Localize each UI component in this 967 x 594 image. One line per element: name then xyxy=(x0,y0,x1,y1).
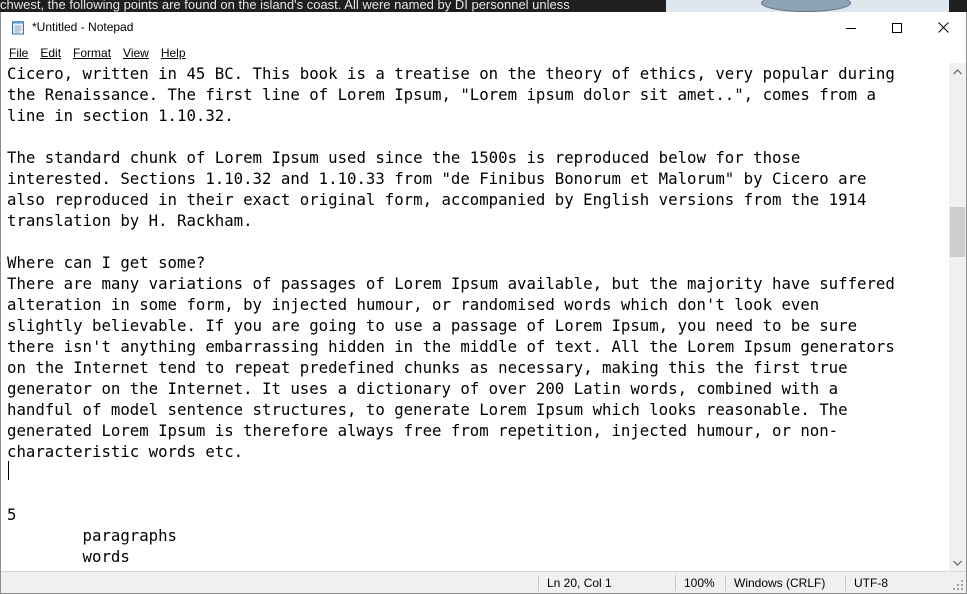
vertical-scrollbar[interactable] xyxy=(949,63,966,571)
menu-file[interactable]: File xyxy=(3,46,34,60)
status-bar: Ln 20, Col 1 100% Windows (CRLF) UTF-8 xyxy=(1,571,966,593)
notepad-app-icon[interactable] xyxy=(11,20,26,35)
editor-text-line: There are many variations of passages of… xyxy=(7,274,895,293)
editor-text-line: characteristic words etc. xyxy=(7,442,244,461)
editor-text-line: words xyxy=(7,547,130,566)
editor-text-line: generator on the Internet. It uses a dic… xyxy=(7,379,839,398)
editor-text-line: slightly believable. If you are going to… xyxy=(7,316,858,335)
menu-bar: File Edit Format View Help xyxy=(1,43,966,63)
editor-text-line: The standard chunk of Lorem Ipsum used s… xyxy=(7,148,801,167)
menu-view-label: View xyxy=(123,46,149,60)
scroll-down-button[interactable] xyxy=(949,554,966,571)
scroll-up-arrow-icon xyxy=(953,68,962,74)
editor-text-line: on the Internet tend to repeat predefine… xyxy=(7,358,848,377)
editor-text-line: interested. Sections 1.10.32 and 1.10.33… xyxy=(7,169,867,188)
editor-text-line: line in section 1.10.32. xyxy=(7,106,234,125)
editor-text-line: generated Lorem Ipsum is therefore alway… xyxy=(7,421,839,440)
menu-help-label: Help xyxy=(160,46,186,60)
editor-text-line: also reproduced in their exact original … xyxy=(7,190,867,209)
scroll-up-button[interactable] xyxy=(949,63,966,80)
editor-text-line: translation by H. Rackham. xyxy=(7,211,253,230)
status-zoom-level: 100% xyxy=(684,576,715,590)
minimize-icon xyxy=(846,27,856,29)
editor-text-line: alteration in some form, by injected hum… xyxy=(7,295,820,314)
notepad-window: *Untitled - Notepad File Edit Format Vie… xyxy=(0,12,967,594)
menu-edit[interactable]: Edit xyxy=(34,46,67,60)
text-editor-area[interactable]: Cicero, written in 45 BC. This book is a… xyxy=(1,63,949,571)
text-caret xyxy=(8,461,9,480)
menu-format[interactable]: Format xyxy=(67,46,117,60)
background-page-text: chwest, the following points are found o… xyxy=(0,0,570,12)
background-globe-image xyxy=(666,0,949,12)
menu-help[interactable]: Help xyxy=(155,46,192,60)
minimize-button[interactable] xyxy=(828,12,874,43)
editor-text-line: 5 xyxy=(7,505,17,524)
editor-text-line: the Renaissance. The first line of Lorem… xyxy=(7,85,876,104)
editor-text-line: there isn't anything embarrassing hidden… xyxy=(7,337,895,356)
maximize-button[interactable] xyxy=(874,12,920,43)
editor-text-line: handful of model sentence structures, to… xyxy=(7,400,848,419)
editor-text-line: Cicero, written in 45 BC. This book is a… xyxy=(7,64,895,83)
status-line-ending: Windows (CRLF) xyxy=(734,576,826,590)
window-title: *Untitled - Notepad xyxy=(32,20,134,34)
background-browser-page: chwest, the following points are found o… xyxy=(0,0,967,12)
maximize-icon xyxy=(892,22,902,33)
resize-grip-icon[interactable] xyxy=(953,580,964,591)
menu-format-label: Format xyxy=(73,46,112,60)
scroll-down-arrow-icon xyxy=(953,560,962,566)
editor-text-line: Where can I get some? xyxy=(7,253,206,272)
editor-text-line: paragraphs xyxy=(7,526,178,545)
menu-file-label: File xyxy=(9,46,29,60)
menu-edit-label: Edit xyxy=(40,46,62,60)
globe-graphic xyxy=(761,0,851,12)
status-encoding: UTF-8 xyxy=(854,576,888,590)
menu-view[interactable]: View xyxy=(117,46,155,60)
close-icon xyxy=(937,22,949,33)
close-button[interactable] xyxy=(920,12,966,43)
status-cursor-position: Ln 20, Col 1 xyxy=(547,576,612,590)
title-bar[interactable]: *Untitled - Notepad xyxy=(1,12,966,43)
scrollbar-thumb[interactable] xyxy=(950,207,965,257)
